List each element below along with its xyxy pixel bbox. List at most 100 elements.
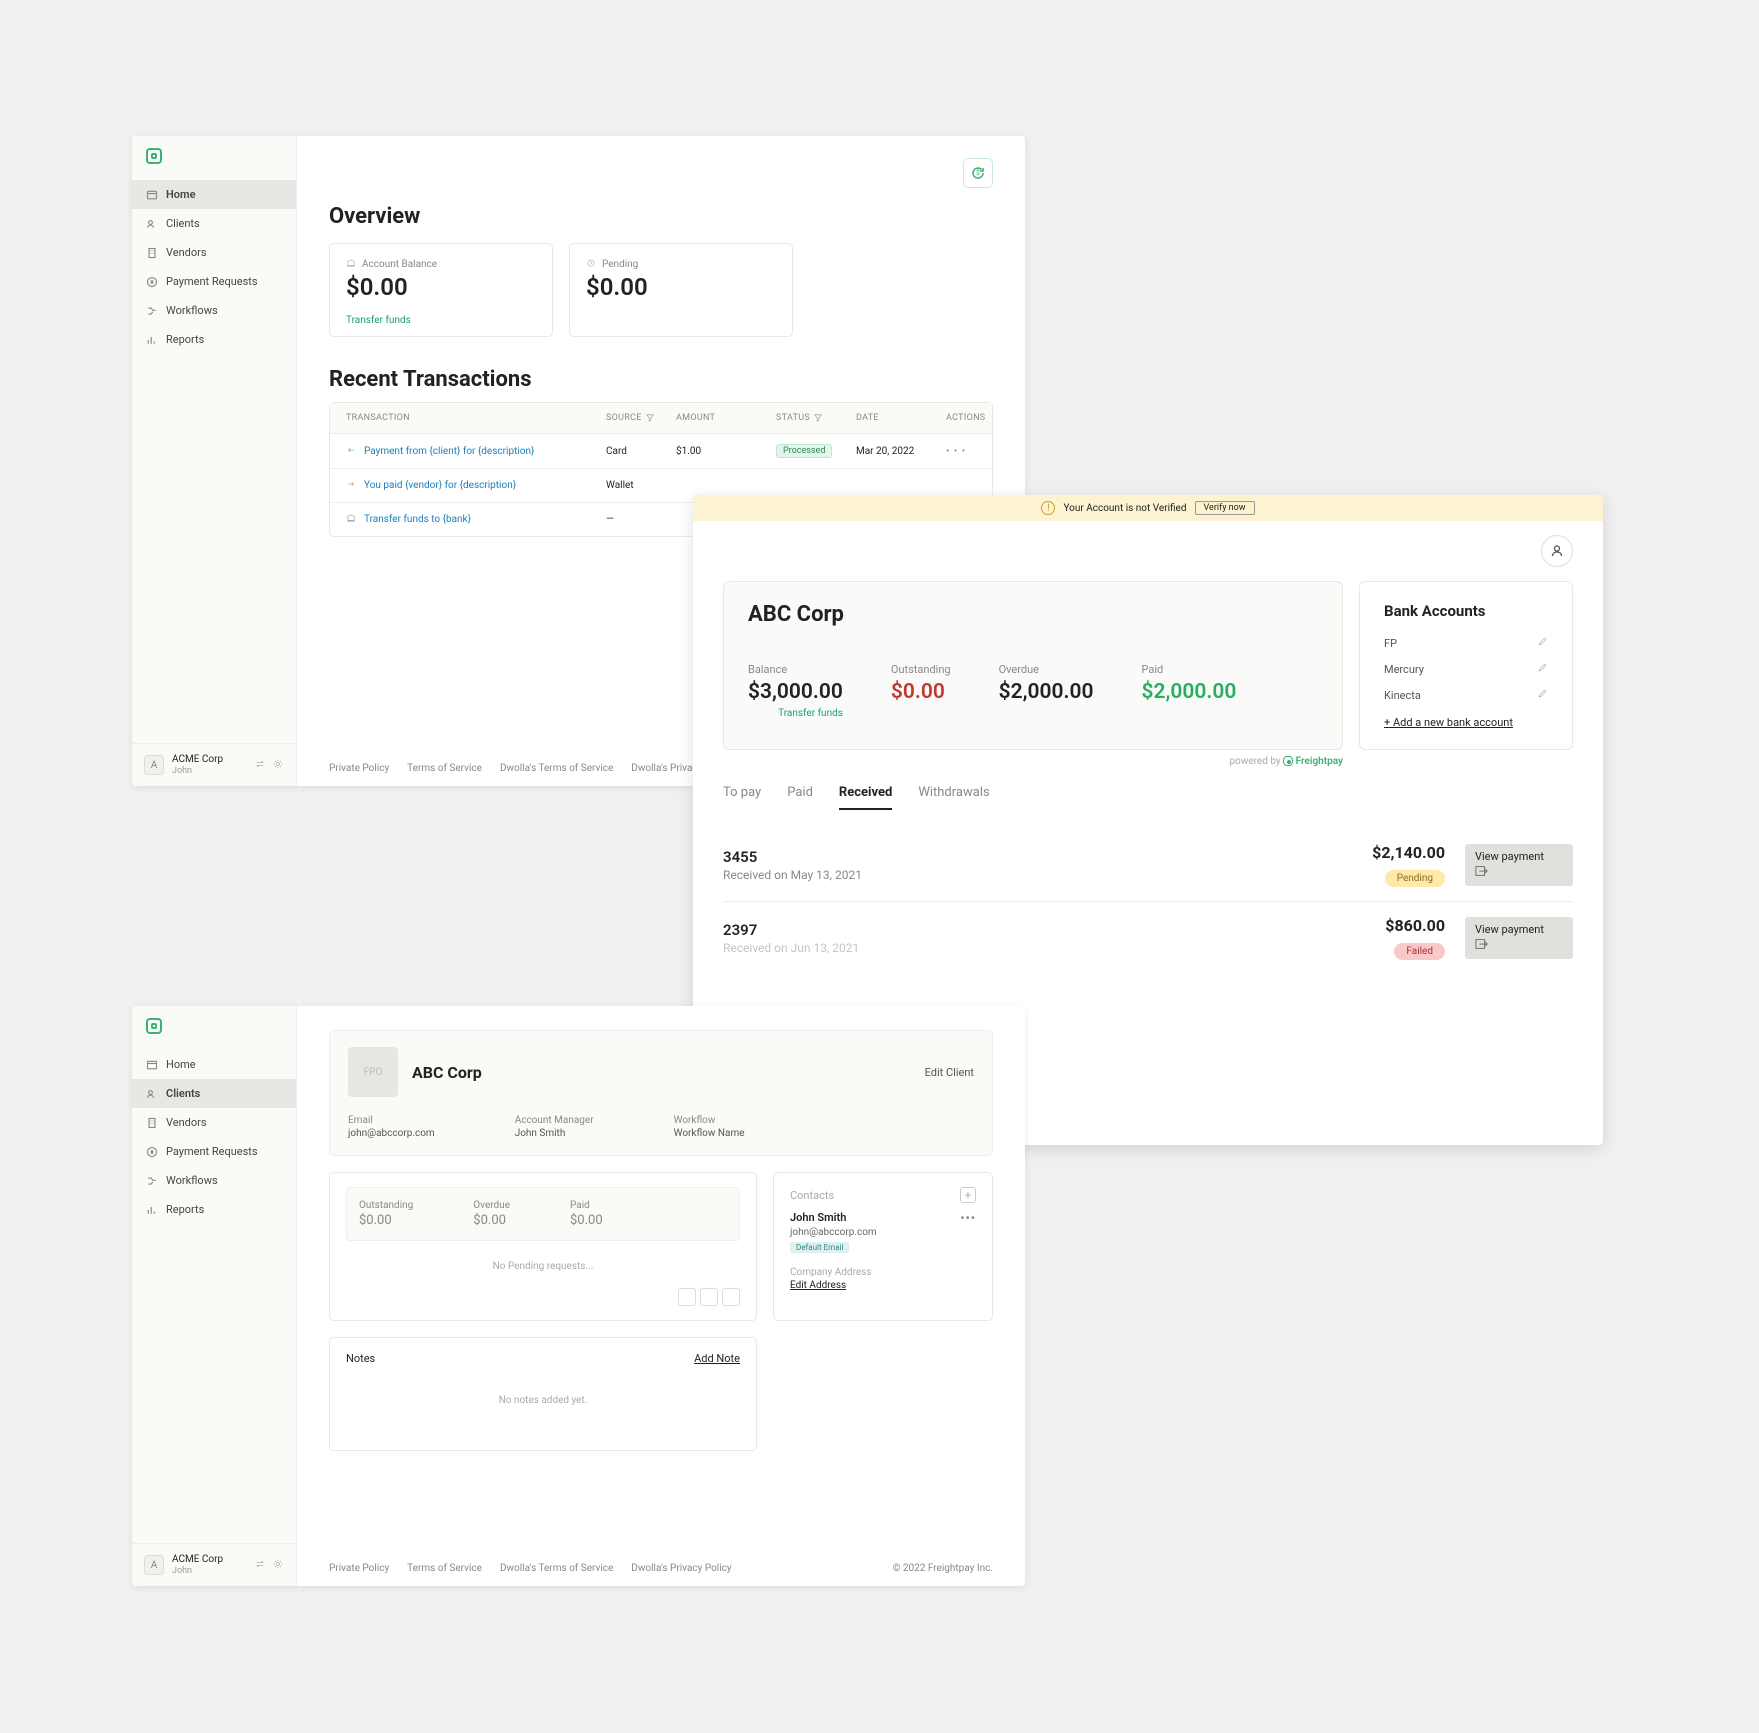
sidebar-item-home[interactable]: Home <box>132 180 296 209</box>
edit-client-link[interactable]: Edit Client <box>925 1066 974 1079</box>
tab-paid[interactable]: Paid <box>787 785 813 810</box>
payment-id: 3455 <box>723 848 1372 866</box>
dollar-circle-icon <box>146 1146 158 1158</box>
user-menu-button[interactable] <box>1541 535 1573 567</box>
footer-links: Private Policy Terms of Service Dwolla's… <box>297 1551 1025 1586</box>
edit-bank-icon[interactable] <box>1537 688 1548 702</box>
payment-amount: $860.00 <box>1385 916 1445 935</box>
footer-dwolla-terms[interactable]: Dwolla's Terms of Service <box>500 763 613 774</box>
balance-card: Account Balance $0.00 Transfer funds <box>329 243 553 337</box>
logo-icon <box>146 1018 162 1034</box>
payment-meta: Received on May 13, 2021 <box>723 868 1372 882</box>
sidebar-nav: Home Clients Vendors Payment Requests Wo… <box>132 180 296 354</box>
payment-item: 2397 Received on Jun 13, 2021 $860.00 Fa… <box>723 902 1573 974</box>
sidebar: Home Clients Vendors Payment Requests Wo… <box>132 1006 297 1586</box>
sidebar-item-vendors[interactable]: Vendors <box>132 1108 296 1137</box>
company-avatar: A <box>144 1555 164 1575</box>
pending-value: $0.00 <box>586 273 776 301</box>
dollar-circle-icon <box>146 276 158 288</box>
sidebar-item-workflows[interactable]: Workflows <box>132 296 296 325</box>
footer-terms[interactable]: Terms of Service <box>407 763 482 774</box>
add-note-link[interactable]: Add Note <box>694 1352 740 1365</box>
user-icon <box>1549 543 1565 559</box>
add-contact-button[interactable]: + <box>960 1187 976 1203</box>
table-header: TRANSACTION SOURCE AMOUNT STATUS DATE AC… <box>330 403 992 434</box>
sidebar-footer: A ACME Corp John <box>132 1543 296 1586</box>
cell-amount: $1.00 <box>676 446 776 457</box>
contacts-box: Contacts + John Smith ••• john@abccorp.c… <box>773 1172 993 1321</box>
col-date: DATE <box>856 413 946 423</box>
payment-meta: Received on Jun 13, 2021 <box>723 941 1385 955</box>
refresh-button[interactable]: $ <box>963 158 993 188</box>
bank-accounts-title: Bank Accounts <box>1384 602 1548 620</box>
transfer-funds-link[interactable]: Transfer funds <box>346 315 536 326</box>
sidebar-item-label: Payment Requests <box>166 275 258 288</box>
gear-icon[interactable] <box>272 758 284 773</box>
footer-private-policy[interactable]: Private Policy <box>329 1563 389 1574</box>
tab-to-pay[interactable]: To pay <box>723 785 761 810</box>
home-icon <box>146 1059 158 1071</box>
switch-icon[interactable] <box>254 1558 266 1573</box>
stat-paid: Paid $2,000.00 <box>1141 663 1236 719</box>
overview-cards: Account Balance $0.00 Transfer funds Pen… <box>329 243 993 337</box>
company-avatar: A <box>144 755 164 775</box>
col-status[interactable]: STATUS <box>776 413 856 423</box>
pager-page[interactable] <box>700 1288 718 1306</box>
footer-dwolla-privacy[interactable]: Dwolla's Privacy Policy <box>631 1563 731 1574</box>
edit-bank-icon[interactable] <box>1537 636 1548 650</box>
banner-text: Your Account is not Verified <box>1063 503 1186 514</box>
overview-title: Overview <box>329 204 993 229</box>
contact-actions-menu[interactable]: ••• <box>960 1211 976 1225</box>
transfer-funds-link[interactable]: Transfer funds <box>748 708 843 719</box>
bank-small-icon <box>346 513 356 526</box>
sidebar-item-vendors[interactable]: Vendors <box>132 238 296 267</box>
warning-icon: ! <box>1041 501 1055 515</box>
tab-withdrawals[interactable]: Withdrawals <box>918 785 989 810</box>
sidebar-item-home[interactable]: Home <box>132 1050 296 1079</box>
client-detail-panel: Home Clients Vendors Payment Requests Wo… <box>132 1006 1025 1586</box>
transaction-link[interactable]: Payment from {client} for {description} <box>346 445 606 458</box>
pager-prev[interactable] <box>678 1288 696 1306</box>
payment-amount: $2,140.00 <box>1372 843 1445 862</box>
row-actions-menu[interactable]: • • • <box>946 446 1016 457</box>
edit-bank-icon[interactable] <box>1537 662 1548 676</box>
app-logo <box>132 136 296 180</box>
switch-icon[interactable] <box>254 758 266 773</box>
gear-icon[interactable] <box>272 1558 284 1573</box>
add-bank-account-link[interactable]: + Add a new bank account <box>1384 716 1548 729</box>
pager-next[interactable] <box>722 1288 740 1306</box>
sidebar-item-payment-requests[interactable]: Payment Requests <box>132 1137 296 1166</box>
view-payment-button[interactable]: View payment <box>1465 917 1573 959</box>
footer-terms[interactable]: Terms of Service <box>407 1563 482 1574</box>
sidebar-item-reports[interactable]: Reports <box>132 325 296 354</box>
sidebar-item-reports[interactable]: Reports <box>132 1195 296 1224</box>
edit-address-link[interactable]: Edit Address <box>790 1280 976 1291</box>
refresh-icon: $ <box>970 165 986 181</box>
bar-chart-icon <box>146 334 158 346</box>
cell-source: — <box>606 514 676 525</box>
recent-transactions-title: Recent Transactions <box>329 367 993 392</box>
transaction-link[interactable]: You paid {vendor} for {description} <box>346 479 606 492</box>
sidebar-item-workflows[interactable]: Workflows <box>132 1166 296 1195</box>
contact-name: John Smith <box>790 1211 846 1225</box>
col-source[interactable]: SOURCE <box>606 413 676 423</box>
sidebar-item-clients[interactable]: Clients <box>132 1079 296 1108</box>
tab-received[interactable]: Received <box>839 785 892 810</box>
view-payment-button[interactable]: View payment <box>1465 844 1573 886</box>
client-header: FPO ABC Corp Edit Client Email john@abcc… <box>329 1030 993 1156</box>
client-email: john@abccorp.com <box>348 1128 435 1139</box>
clock-icon <box>586 258 596 271</box>
powered-by: powered by Freightpay <box>723 756 1343 767</box>
footer-dwolla-terms[interactable]: Dwolla's Terms of Service <box>500 1563 613 1574</box>
col-amount: AMOUNT <box>676 413 776 423</box>
client-workflow: Workflow Name <box>674 1128 745 1139</box>
footer-private-policy[interactable]: Private Policy <box>329 763 389 774</box>
transaction-link[interactable]: Transfer funds to {bank} <box>346 513 606 526</box>
notes-box: Notes Add Note No notes added yet. <box>329 1337 757 1451</box>
verify-banner: ! Your Account is not Verified Verify no… <box>693 495 1603 521</box>
bar-chart-icon <box>146 1204 158 1216</box>
payment-id: 2397 <box>723 921 1385 939</box>
sidebar-item-clients[interactable]: Clients <box>132 209 296 238</box>
verify-button[interactable]: Verify now <box>1195 501 1255 515</box>
sidebar-item-payment-requests[interactable]: Payment Requests <box>132 267 296 296</box>
